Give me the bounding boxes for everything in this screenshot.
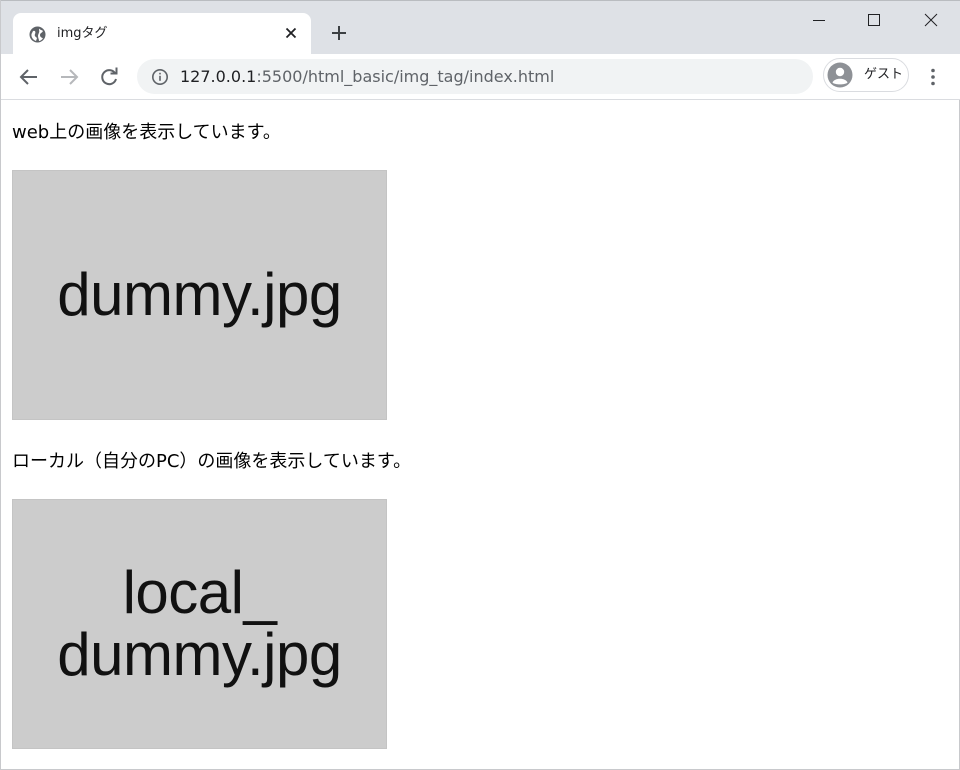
- reload-icon[interactable]: [97, 65, 121, 89]
- url-text[interactable]: 127.0.0.1:5500/html_basic/img_tag/index.…: [180, 67, 554, 87]
- profile-label: ゲスト: [864, 67, 904, 82]
- globe-icon: [29, 26, 46, 43]
- info-icon[interactable]: [151, 68, 169, 86]
- address-bar[interactable]: 127.0.0.1:5500/html_basic/img_tag/index.…: [137, 59, 813, 94]
- tab-active[interactable]: imgタグ: [13, 13, 311, 55]
- image-dummy-label: dummy.jpg: [57, 261, 342, 328]
- profile-button[interactable]: ゲスト: [823, 58, 909, 92]
- new-tab-button[interactable]: [329, 23, 349, 43]
- kebab-menu-icon[interactable]: [921, 65, 945, 89]
- browser-toolbar: 127.0.0.1:5500/html_basic/img_tag/index.…: [1, 54, 960, 100]
- tab-title: imgタグ: [57, 26, 108, 41]
- image-local-dummy-label: local_ dummy.jpg: [57, 559, 342, 688]
- url-path: :5500/html_basic/img_tag/index.html: [256, 67, 555, 86]
- url-host: 127.0.0.1: [180, 67, 257, 86]
- paragraph-web-image: web上の画像を表示しています。: [12, 122, 281, 143]
- arrow-right-icon[interactable]: [57, 65, 81, 89]
- arrow-left-icon[interactable]: [17, 65, 41, 89]
- image-local-line2: dummy.jpg: [57, 621, 342, 688]
- tab-strip: imgタグ: [1, 0, 960, 55]
- browser-window: imgタグ 127.0.0.1:5500/html_basic/img_tag/…: [0, 0, 960, 770]
- minimize-icon[interactable]: [807, 9, 831, 33]
- avatar-icon: [827, 62, 853, 88]
- image-local-dummy: local_ dummy.jpg: [12, 499, 387, 749]
- paragraph-local-image: ローカル（自分のPC）の画像を表示しています。: [12, 451, 412, 472]
- close-tab-icon[interactable]: [283, 25, 299, 41]
- close-icon[interactable]: [919, 9, 943, 33]
- image-dummy: dummy.jpg: [12, 170, 387, 420]
- maximize-icon[interactable]: [862, 9, 886, 33]
- page-content: web上の画像を表示しています。 dummy.jpg ローカル（自分のPC）の画…: [1, 100, 959, 770]
- image-local-line1: local_: [122, 559, 277, 626]
